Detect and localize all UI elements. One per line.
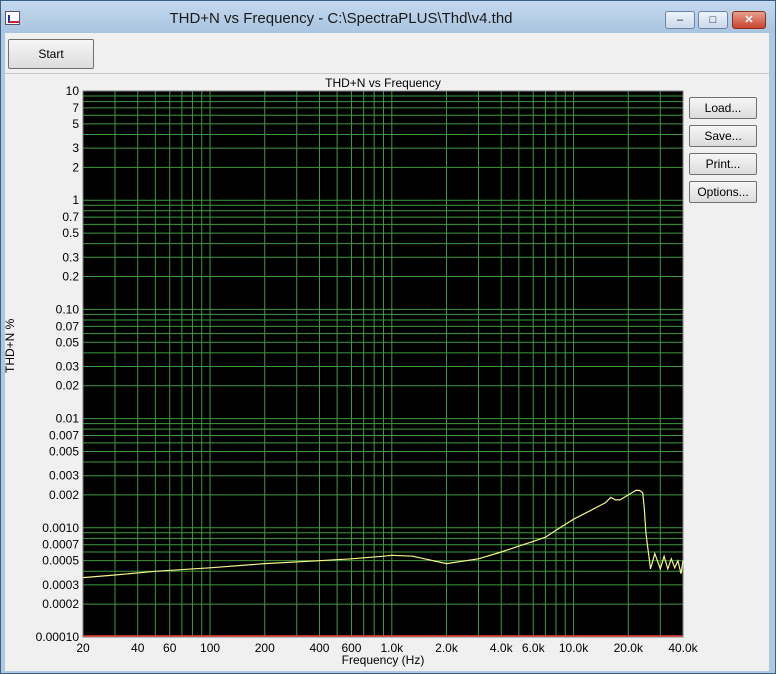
y-tick-label: 0.07: [56, 319, 80, 333]
y-tick-label: 0.0003: [42, 578, 79, 592]
y-tick-label: 0.0007: [42, 538, 79, 552]
client-area: Start THD+N vs Frequency Load... Save...…: [3, 33, 769, 671]
y-tick-label: 0.2: [62, 270, 79, 284]
y-tick-label: 7: [72, 101, 79, 115]
y-tick-label: 0.03: [56, 359, 80, 373]
y-tick-label: 0.005: [49, 444, 79, 458]
y-tick-label: 0.02: [56, 379, 80, 393]
y-tick-label: 10: [66, 84, 80, 98]
thd-frequency-chart: 10 7 5 3 2 1 0.7 0.5 0.3 0.2 0.10 0.07 0.05 0.03 0.02 0…: [36, 84, 699, 667]
x-axis-label: Frequency (Hz): [342, 653, 425, 667]
x-tick-label: 20: [76, 641, 90, 655]
close-icon: ✕: [744, 14, 754, 26]
y-tick-label: 1: [72, 193, 79, 207]
x-tick-label: 2.0k: [435, 641, 459, 655]
minimize-button[interactable]: –: [665, 11, 695, 29]
y-tick-label: 0.00010: [36, 630, 80, 644]
x-tick-label: 200: [255, 641, 275, 655]
x-tick-label: 4.0k: [490, 641, 514, 655]
y-tick-label: 0.002: [49, 488, 79, 502]
title-bar[interactable]: THD+N vs Frequency - C:\SpectraPLUS\Thd\…: [1, 1, 775, 33]
x-tick-label: 10.0k: [559, 641, 589, 655]
y-tick-label: 0.0002: [42, 597, 79, 611]
y-tick-label: 0.003: [49, 469, 79, 483]
y-tick-label: 0.05: [56, 335, 80, 349]
maximize-button[interactable]: □: [698, 11, 728, 29]
x-tick-label: 400: [309, 641, 329, 655]
x-tick-label: 6.0k: [522, 641, 546, 655]
close-button[interactable]: ✕: [732, 11, 766, 29]
y-tick-label: 0.007: [49, 429, 79, 443]
x-tick-label: 100: [200, 641, 220, 655]
y-tick-label: 0.0005: [42, 554, 79, 568]
minimize-icon: –: [676, 14, 684, 26]
y-tick-label: 0.7: [62, 210, 79, 224]
y-tick-label: 0.5: [62, 226, 79, 240]
application-window: THD+N vs Frequency - C:\SpectraPLUS\Thd\…: [0, 0, 776, 674]
x-tick-label: 40.0k: [668, 641, 698, 655]
window-title: THD+N vs Frequency - C:\SpectraPLUS\Thd\…: [169, 10, 513, 27]
x-tick-label: 40: [131, 641, 145, 655]
x-tick-label: 20.0k: [614, 641, 644, 655]
y-tick-label: 0.3: [62, 250, 79, 264]
y-tick-label: 0.10: [56, 302, 80, 316]
y-tick-label: 2: [72, 160, 79, 174]
y-tick-label: 0.01: [56, 412, 80, 426]
y-tick-label: 5: [72, 117, 79, 131]
y-tick-label: 0.0010: [42, 521, 79, 535]
x-tick-label: 60: [163, 641, 177, 655]
maximize-icon: □: [709, 14, 717, 26]
y-tick-label: 3: [72, 141, 79, 155]
